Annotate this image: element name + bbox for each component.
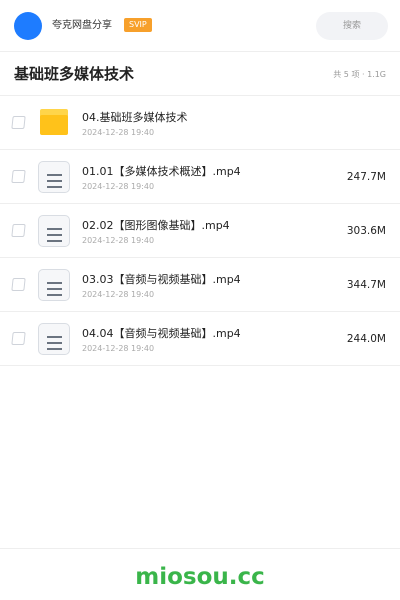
file-date: 2024-12-28 19:40 [82, 344, 155, 353]
file-size: 344.7M [346, 279, 386, 291]
video-file-icon [38, 215, 70, 247]
select-checkbox[interactable] [11, 332, 26, 345]
video-file-icon [38, 269, 70, 301]
search-label: 搜索 [342, 21, 361, 31]
select-checkbox[interactable] [11, 224, 26, 237]
username: 夸克网盘分享 [52, 20, 112, 31]
page-title: 基础班多媒体技术 [14, 65, 135, 83]
select-checkbox[interactable] [11, 116, 26, 129]
search-button[interactable]: 搜索 [316, 12, 388, 40]
file-size: 303.6M [346, 225, 386, 237]
file-date: 2024-12-28 19:40 [82, 128, 155, 137]
file-name: 04.基础班多媒体技术 [82, 111, 188, 124]
svip-badge: SVIP [124, 18, 152, 32]
top-bar: 夸克网盘分享 SVIP 搜索 [0, 0, 400, 52]
file-list: 04.基础班多媒体技术 2024-12-28 19:40 01.01【多媒体技术… [0, 96, 400, 366]
list-item[interactable]: 02.02【图形图像基础】.mp4 2024-12-28 19:40 303.6… [0, 204, 400, 258]
file-size: 247.7M [346, 171, 386, 183]
select-checkbox[interactable] [11, 278, 26, 291]
file-date: 2024-12-28 19:40 [82, 290, 155, 299]
list-item[interactable]: 01.01【多媒体技术概述】.mp4 2024-12-28 19:40 247.… [0, 150, 400, 204]
watermark: miosou.cc [135, 564, 265, 590]
video-file-icon [38, 323, 70, 355]
file-name: 02.02【图形图像基础】.mp4 [82, 219, 230, 232]
list-item[interactable]: 04.04【音频与视频基础】.mp4 2024-12-28 19:40 244.… [0, 312, 400, 366]
file-name: 04.04【音频与视频基础】.mp4 [82, 327, 241, 340]
folder-icon [40, 109, 68, 135]
select-checkbox[interactable] [11, 170, 26, 183]
folder-header: 基础班多媒体技术 共 5 项 · 1.1G [0, 52, 400, 96]
list-item[interactable]: 03.03【音频与视频基础】.mp4 2024-12-28 19:40 344.… [0, 258, 400, 312]
avatar[interactable] [14, 12, 42, 40]
file-name: 01.01【多媒体技术概述】.mp4 [82, 165, 241, 178]
footer: miosou.cc [0, 548, 400, 600]
file-name: 03.03【音频与视频基础】.mp4 [82, 273, 241, 286]
file-date: 2024-12-28 19:40 [82, 182, 155, 191]
file-size: 244.0M [346, 333, 386, 345]
list-item[interactable]: 04.基础班多媒体技术 2024-12-28 19:40 [0, 96, 400, 150]
file-date: 2024-12-28 19:40 [82, 236, 155, 245]
item-count-summary: 共 5 项 · 1.1G [333, 70, 386, 79]
video-file-icon [38, 161, 70, 193]
